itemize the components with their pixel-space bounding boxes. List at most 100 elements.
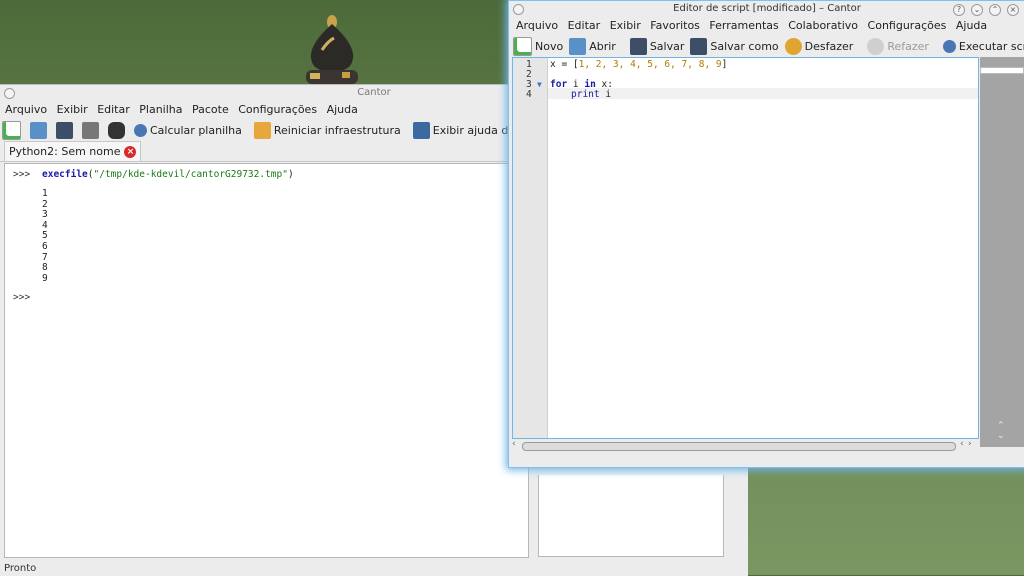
- script-editor-window: Editor de script [modificado] – Cantor ?…: [508, 0, 1024, 468]
- window-menu-icon[interactable]: [4, 88, 15, 99]
- redo-icon: [867, 37, 885, 55]
- binoculars-icon: [108, 121, 125, 139]
- menu-exibir[interactable]: Exibir: [57, 103, 88, 116]
- save-disk-icon: [56, 121, 73, 139]
- undo-label: Desfazer: [804, 39, 854, 53]
- editor-window-title: Editor de script [modificado] – Cantor: [673, 3, 861, 14]
- cantor-window-title: Cantor: [357, 87, 391, 98]
- print-button[interactable]: [82, 121, 102, 139]
- menu-ferramentas[interactable]: Ferramentas: [709, 19, 778, 32]
- menu-arquivo[interactable]: Arquivo: [516, 19, 558, 32]
- minimize-icon[interactable]: ⌄: [971, 4, 983, 16]
- menu-ajuda[interactable]: Ajuda: [327, 103, 358, 116]
- entry-prompt: >>>: [13, 169, 31, 180]
- editor-menubar: Arquivo Editar Exibir Favoritos Ferramen…: [509, 17, 1024, 35]
- window-menu-icon[interactable]: [513, 4, 524, 15]
- close-icon[interactable]: ×: [1007, 4, 1019, 16]
- code-text: i: [599, 89, 612, 100]
- run-script-button[interactable]: Executar script: [942, 39, 1024, 53]
- new-document-icon: [513, 36, 532, 56]
- find-button[interactable]: [108, 121, 128, 139]
- editor-titlebar: Editor de script [modificado] – Cantor ?…: [509, 1, 1024, 17]
- undo-button[interactable]: Desfazer: [784, 37, 854, 55]
- open-label: Abrir: [589, 39, 616, 53]
- gear-icon: [134, 123, 147, 137]
- save-as-label: Salvar como: [710, 39, 779, 53]
- tab-python2-sem-nome[interactable]: Python2: Sem nome ×: [4, 141, 142, 161]
- restart-icon: [253, 121, 271, 139]
- calculate-worksheet-button[interactable]: Calcular planilha: [134, 123, 242, 137]
- new-label: Novo: [535, 39, 564, 53]
- new-document-icon: [2, 120, 21, 140]
- save-as-icon: [690, 37, 708, 55]
- worksheet-area[interactable]: >>> execfile("/tmp/kde-kdevil/cantorG297…: [4, 163, 529, 558]
- status-bar: Pronto: [4, 563, 37, 574]
- code-text: ]: [721, 59, 728, 70]
- code-line-4: print i: [571, 89, 611, 100]
- menu-ajuda[interactable]: Ajuda: [956, 19, 987, 32]
- new-worksheet-button[interactable]: [2, 120, 24, 140]
- restart-backend-button[interactable]: Reiniciar infraestrutura: [253, 121, 401, 139]
- fold-marker-icon[interactable]: ▼: [537, 80, 542, 89]
- desktop-finial-image: [306, 15, 358, 84]
- save-disk-icon: [629, 37, 647, 55]
- menu-colaborativo[interactable]: Colaborativo: [788, 19, 858, 32]
- tab-label: Python2: Sem nome: [9, 145, 121, 158]
- open-folder-icon: [30, 121, 47, 139]
- help-book-icon: [412, 121, 430, 139]
- save-as-button[interactable]: Salvar como: [690, 37, 779, 55]
- scroll-up-icon[interactable]: ⌃: [997, 421, 1005, 431]
- new-script-button[interactable]: Novo: [513, 36, 564, 56]
- restart-backend-label: Reiniciar infraestrutura: [273, 123, 401, 137]
- code-line-1: x = [1, 2, 3, 4, 5, 6, 7, 8, 9]: [550, 59, 727, 70]
- command-output: 1 2 3 4 5 6 7 8 9: [42, 188, 48, 284]
- script-text-area[interactable]: 1 2 3 4 ▼ x = [1, 2, 3, 4, 5, 6, 7, 8, 9…: [512, 57, 979, 439]
- scroll-right-icon[interactable]: ›: [968, 439, 972, 449]
- open-script-button[interactable]: Abrir: [569, 37, 616, 55]
- output-line: 6: [42, 240, 48, 252]
- maximize-icon[interactable]: ⌃: [989, 4, 1001, 16]
- menu-configuracoes[interactable]: Configurações: [868, 19, 947, 32]
- editor-minimap-strip: [980, 57, 1024, 447]
- code-keyword: for: [550, 79, 568, 90]
- scrollbar-handle[interactable]: [522, 442, 956, 451]
- line-number: 4: [526, 89, 532, 100]
- menu-favoritos[interactable]: Favoritos: [650, 19, 700, 32]
- menu-planilha[interactable]: Planilha: [139, 103, 182, 116]
- menu-pacote[interactable]: Pacote: [192, 103, 229, 116]
- output-line: 9: [42, 272, 48, 284]
- ruler-indicator: [980, 67, 1024, 74]
- help-icon[interactable]: ?: [953, 4, 965, 16]
- save-button[interactable]: [56, 121, 76, 139]
- code-text: x = [: [550, 59, 579, 70]
- side-panel: [538, 475, 724, 557]
- calculate-worksheet-label: Calcular planilha: [150, 123, 242, 137]
- menu-arquivo[interactable]: Arquivo: [5, 103, 47, 116]
- scroll-left-icon[interactable]: ‹: [512, 439, 516, 449]
- undo-icon: [784, 37, 802, 55]
- redo-button[interactable]: Refazer: [867, 37, 929, 55]
- scroll-down-icon[interactable]: ⌄: [997, 431, 1005, 441]
- run-script-label: Executar script: [958, 39, 1024, 53]
- printer-icon: [82, 121, 99, 139]
- command-function: execfile: [42, 169, 88, 180]
- menu-configuracoes[interactable]: Configurações: [238, 103, 317, 116]
- command-string: "/tmp/kde-kdevil/cantorG29732.tmp": [93, 169, 288, 180]
- redo-label: Refazer: [887, 39, 929, 53]
- command-entry[interactable]: execfile("/tmp/kde-kdevil/cantorG29732.t…: [42, 169, 294, 180]
- code-keyword: print: [571, 89, 600, 100]
- gear-icon: [942, 39, 956, 53]
- editor-toolbar: Novo Abrir Salvar Salvar como Desfazer R…: [509, 35, 1024, 57]
- save-script-button[interactable]: Salvar: [629, 37, 684, 55]
- menu-editar[interactable]: Editar: [97, 103, 130, 116]
- code-numbers: 1, 2, 3, 4, 5, 6, 7, 8, 9: [578, 59, 722, 70]
- menu-exibir[interactable]: Exibir: [610, 19, 641, 32]
- open-button[interactable]: [30, 121, 50, 139]
- scroll-right-icon[interactable]: ‹: [960, 439, 964, 449]
- menu-editar[interactable]: Editar: [568, 19, 601, 32]
- command-close-paren: ): [287, 169, 294, 180]
- new-entry-prompt[interactable]: >>>: [13, 292, 30, 303]
- close-tab-icon[interactable]: ×: [124, 146, 137, 158]
- horizontal-scrollbar[interactable]: ‹ ‹ ›: [512, 439, 977, 451]
- open-folder-icon: [569, 37, 587, 55]
